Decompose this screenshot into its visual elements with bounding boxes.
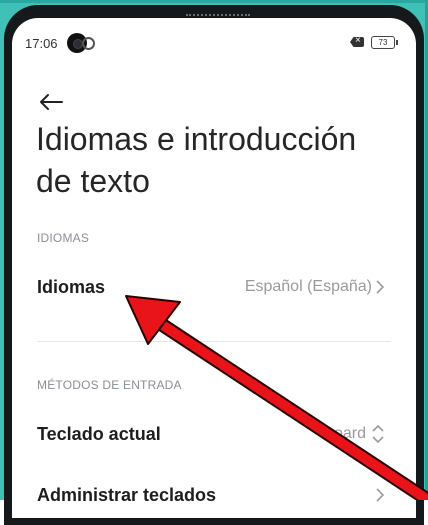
section-divider — [37, 341, 391, 342]
sim-missing-icon: × — [350, 37, 364, 47]
current-keyboard-row-label: Teclado actual — [37, 424, 161, 444]
languages-row-value: Español (España) — [244, 278, 372, 295]
page-title: Idiomas e introducción de texto — [36, 121, 357, 199]
chevron-updown-icon — [372, 424, 384, 444]
status-time: 17:06 — [25, 36, 58, 51]
phone-frame-edge — [0, 0, 428, 3]
status-circle-icon — [82, 37, 95, 50]
battery-icon: 73 — [371, 36, 398, 49]
chevron-right-icon — [376, 280, 385, 294]
section-label-input-methods: MÉTODOS DE ENTRADA — [37, 378, 182, 392]
chevron-right-icon — [376, 488, 385, 502]
arrow-left-icon — [40, 94, 63, 110]
section-label-languages: IDIOMAS — [37, 231, 90, 245]
phone-screen: 17:06 × 73 Idiomas e introducción de tex… — [12, 18, 416, 518]
battery-level: 73 — [378, 38, 388, 47]
current-keyboard-row-value: board — [325, 425, 366, 442]
languages-row-label: Idiomas — [37, 277, 106, 297]
back-button[interactable] — [36, 84, 72, 120]
manage-keyboards-row-label: Administrar teclados — [37, 485, 217, 505]
